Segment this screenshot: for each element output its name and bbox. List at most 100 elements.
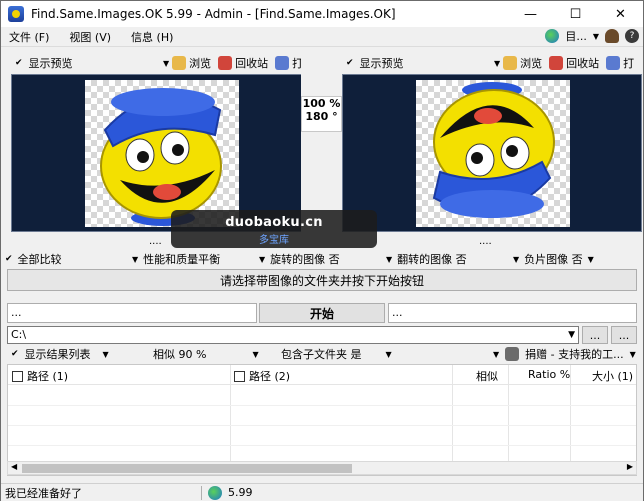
left-show-preview[interactable]: 显示预览: [29, 55, 73, 71]
minimize-button[interactable]: —: [508, 1, 553, 27]
right-recycle-button[interactable]: 回收站: [566, 55, 599, 71]
donate-link[interactable]: ▼ 捐赠 - 支持我的工... ▼: [493, 346, 636, 362]
chevron-down-icon: ▼: [252, 349, 259, 359]
menu-info[interactable]: 信息 (H): [131, 29, 173, 45]
window-controls: — ☐ ✕: [508, 1, 643, 27]
chevron-down-icon: ▼: [386, 254, 393, 264]
option-compare-all[interactable]: ✔ 全部比较: [5, 251, 132, 267]
app-icon: [8, 6, 24, 22]
menubar-right-tools: 目... ▼ ?: [545, 28, 639, 44]
watermark-brand: 多宝库: [259, 235, 289, 246]
option-rotated[interactable]: ▼ 旋转的图像 否: [259, 251, 386, 267]
results-view-selector[interactable]: ✔ 显示结果列表 ▼: [11, 346, 109, 362]
right-splitter-dots[interactable]: ....: [479, 236, 492, 247]
column-ratio[interactable]: Ratio %: [528, 368, 570, 381]
left-preview-panel: ✔ 显示预览 ▼ 浏览 回收站 打: [11, 54, 311, 232]
subfolder-selector[interactable]: 包含子文件夹 是 ▼: [281, 346, 392, 362]
select-all-checkbox[interactable]: [12, 370, 23, 382]
watermark-overlay: duobaoku.cn 多宝库: [171, 210, 377, 248]
column-divider: [452, 365, 453, 475]
check-icon: ✔: [5, 254, 13, 264]
right-show-preview[interactable]: 显示预览: [360, 55, 404, 71]
similarity-selector[interactable]: 相似 90 % ▼: [153, 346, 259, 362]
maximize-button[interactable]: ☐: [553, 1, 598, 27]
right-open-button[interactable]: 打: [623, 55, 634, 71]
horizontal-scrollbar[interactable]: ◀ ▶: [7, 461, 637, 475]
chevron-down-icon[interactable]: ✔: [15, 58, 23, 68]
chevron-down-icon[interactable]: ▼: [494, 59, 500, 68]
option-label: 全部比较: [17, 253, 62, 266]
globe-icon[interactable]: [545, 29, 560, 43]
menu-view[interactable]: 视图 (V): [69, 29, 111, 45]
row-divider: [8, 405, 636, 406]
rotation-value: 180 °: [305, 110, 338, 123]
similarity-value: 100 %: [302, 97, 341, 110]
printer-icon: [505, 347, 520, 361]
menu-bar: 文件 (F) 视图 (V) 信息 (H) 目... ▼ ?: [1, 27, 643, 47]
close-button[interactable]: ✕: [598, 1, 643, 27]
chevron-down-icon: ▼: [132, 254, 139, 264]
chevron-down-icon[interactable]: ✔: [346, 58, 354, 68]
progress-left: ...: [7, 303, 257, 323]
chevron-down-icon: ▼: [587, 254, 594, 264]
start-button[interactable]: 开始: [259, 303, 385, 323]
chevron-down-icon: ▼: [385, 349, 392, 359]
left-image-preview[interactable]: [11, 74, 311, 232]
right-browse-button[interactable]: 浏览: [520, 55, 542, 71]
chevron-down-icon: ▼: [259, 254, 266, 264]
similarity-label: 相似 90 %: [153, 348, 207, 361]
watermark-domain: duobaoku.cn: [225, 215, 323, 230]
chevron-down-icon[interactable]: ▼: [163, 59, 169, 68]
scroll-thumb[interactable]: [22, 464, 352, 473]
column-label: 路径 (2): [249, 370, 291, 383]
left-panel-toolbar: ✔ 显示预览 ▼ 浏览 回收站 打: [11, 54, 311, 72]
option-flipped[interactable]: ▼ 翻转的图像 否: [386, 251, 513, 267]
column-path-2[interactable]: 路径 (2): [234, 368, 290, 384]
center-divider[interactable]: [301, 54, 342, 232]
left-toolbar-buttons: ▼ 浏览 回收站 打: [163, 55, 303, 71]
progress-right: ...: [388, 303, 637, 323]
help-icon[interactable]: ?: [625, 29, 639, 43]
recycle-icon: [549, 56, 564, 70]
menu-file[interactable]: 文件 (F): [9, 29, 49, 45]
right-image-preview[interactable]: [342, 74, 642, 232]
check-icon: ✔: [11, 349, 19, 359]
window-title: Find.Same.Images.OK 5.99 - Admin - [Find…: [31, 7, 396, 21]
chevron-down-icon[interactable]: ▼: [568, 327, 575, 343]
right-image-canvas: [416, 80, 570, 227]
column-divider: [230, 365, 231, 475]
column-path-1[interactable]: 路径 (1): [12, 368, 68, 384]
select-all-checkbox[interactable]: [234, 370, 245, 382]
chevron-down-icon: ▼: [102, 349, 109, 359]
row-divider: [8, 445, 636, 446]
status-message: 请选择带图像的文件夹并按下开始按钮: [7, 269, 637, 291]
title-bar: Find.Same.Images.OK 5.99 - Admin - [Find…: [1, 1, 643, 27]
results-table[interactable]: 路径 (1) 路径 (2) 相似 Ratio % 大小 (1): [7, 364, 637, 476]
scroll-left-icon[interactable]: ◀: [11, 462, 17, 471]
column-similarity[interactable]: 相似: [476, 368, 498, 384]
path-combo[interactable]: C:\ ▼: [7, 326, 579, 344]
option-label: 翻转的图像 否: [397, 253, 467, 266]
table-header: 路径 (1) 路径 (2) 相似 Ratio % 大小 (1): [8, 365, 636, 385]
browse-path-button[interactable]: ...: [582, 326, 608, 344]
language-selector[interactable]: 目...: [565, 28, 587, 44]
add-path-button[interactable]: ...: [611, 326, 637, 344]
open-icon: [606, 56, 621, 70]
column-size-1[interactable]: 大小 (1): [592, 368, 633, 384]
left-browse-button[interactable]: 浏览: [189, 55, 211, 71]
globe-icon: [208, 485, 222, 500]
folder-icon: [172, 56, 187, 70]
smiley-hat-rotated-image: [432, 82, 555, 218]
scroll-right-icon[interactable]: ▶: [627, 462, 633, 471]
status-bar: 我已经准备好了 5.99: [1, 483, 643, 501]
column-divider: [570, 365, 571, 475]
chevron-down-icon[interactable]: ▼: [593, 32, 599, 41]
recycle-icon: [218, 56, 233, 70]
open-icon: [275, 56, 290, 70]
option-negative[interactable]: ▼ 负片图像 否 ▼: [513, 251, 640, 267]
path-value: C:\: [11, 328, 27, 341]
left-splitter-dots[interactable]: ....: [149, 236, 162, 247]
left-recycle-button[interactable]: 回收站: [235, 55, 268, 71]
option-performance[interactable]: ▼ 性能和质量平衡: [132, 251, 259, 267]
person-icon[interactable]: [605, 29, 619, 43]
